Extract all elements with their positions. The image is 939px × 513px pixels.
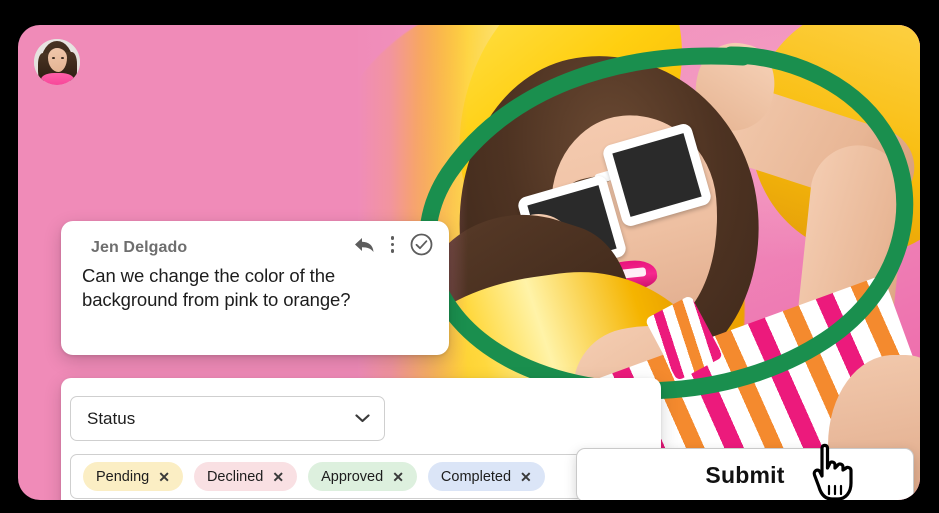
status-tag-label: Approved — [321, 468, 384, 485]
remove-tag-icon[interactable]: ✕ — [272, 470, 284, 484]
status-tag-label: Completed — [440, 468, 512, 485]
chevron-down-icon — [355, 414, 370, 423]
reply-icon[interactable] — [353, 235, 375, 255]
remove-tag-icon[interactable]: ✕ — [392, 470, 404, 484]
avatar — [34, 39, 80, 85]
comment-message: Can we change the color of the backgroun… — [82, 265, 351, 310]
remove-tag-icon[interactable]: ✕ — [158, 470, 170, 484]
status-tag-label: Pending — [96, 468, 150, 485]
comment-card-actions — [353, 233, 434, 256]
status-tag-label: Declined — [206, 468, 264, 485]
comment-author-name: Jen Delgado — [91, 239, 188, 256]
status-tags-input[interactable]: Pending ✕ Declined ✕ Approved ✕ Completed ✕ — [70, 454, 617, 499]
more-options-icon[interactable] — [388, 236, 398, 253]
design-canvas-card: Jen Delgado Can we change the color of t… — [18, 25, 920, 500]
submit-button[interactable]: Submit — [576, 448, 914, 500]
remove-tag-icon[interactable]: ✕ — [520, 470, 532, 484]
status-tag[interactable]: Completed ✕ — [427, 462, 545, 491]
status-select-label: Status — [87, 408, 136, 428]
status-tag[interactable]: Approved ✕ — [308, 462, 417, 491]
resolve-check-icon[interactable] — [410, 233, 433, 256]
submit-button-label: Submit — [705, 461, 785, 488]
status-tag[interactable]: Pending ✕ — [83, 462, 183, 491]
screenshot-canvas: Jen Delgado Can we change the color of t… — [0, 0, 939, 513]
status-tag[interactable]: Declined ✕ — [193, 462, 298, 491]
status-select[interactable]: Status — [70, 396, 385, 441]
